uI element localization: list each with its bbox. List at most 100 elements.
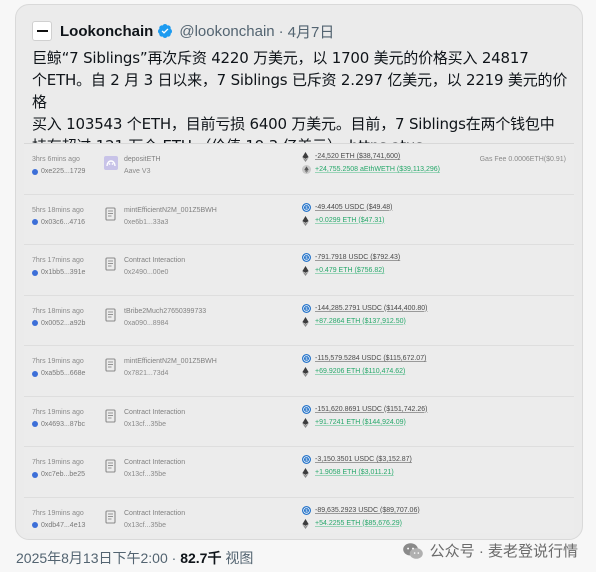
method-name: mintEfficientN2M_001Z5BWH — [124, 206, 217, 214]
transfer-line[interactable]: $ -151,620.8691 USDC ($151,742.26) — [302, 404, 427, 414]
method-address[interactable]: 0x7821...73d4 — [124, 370, 168, 377]
svg-text:$: $ — [305, 356, 308, 361]
transfer-line[interactable]: +87.2864 ETH ($137,912.50) — [302, 316, 406, 327]
tx-from-address[interactable]: 0xe225...1729 — [32, 168, 85, 175]
svg-text:$: $ — [305, 204, 308, 209]
transfer-line[interactable]: $ -115,579.5284 USDC ($115,672.07) — [302, 354, 426, 363]
method-address[interactable]: 0xa090...8984 — [124, 320, 168, 327]
method-address[interactable]: 0x13cf...35be — [124, 421, 166, 428]
tweet-card[interactable]: Lookonchain @lookonchain · 4月7日 巨鲸“7 Sib… — [15, 4, 583, 540]
transfer-amount[interactable]: -115,579.5284 USDC ($115,672.07) — [315, 355, 426, 362]
tx-from-address[interactable]: 0x4693...87bc — [32, 421, 85, 428]
transfer-line[interactable]: +91.7241 ETH ($144,924.09) — [302, 417, 406, 428]
transaction-row[interactable]: 5hrs 18mins ago 0x03c6...4716 mintEfficien… — [24, 195, 574, 245]
transfer-line[interactable]: +54.2255 ETH ($85,676.29) — [302, 518, 402, 529]
transfer-line[interactable]: +24,755.2508 aEthWETH ($39,113,296) — [302, 165, 440, 174]
separator: · — [278, 22, 284, 40]
transfer-line[interactable]: $ -89,635.2923 USDC ($89,707.06) — [302, 505, 420, 515]
eth-icon — [302, 215, 311, 226]
transfer-line[interactable]: $ -791.7918 USDC ($792.43) — [302, 253, 400, 262]
contract-icon — [104, 206, 118, 221]
svg-text:$: $ — [305, 457, 308, 462]
transfer-line[interactable]: -24,520 ETH ($38,741,600) — [302, 152, 400, 162]
method-name: tBribe2Much27650399733 — [124, 307, 207, 315]
transfer-amount[interactable]: +91.7241 ETH ($144,924.09) — [315, 419, 406, 426]
tx-address-text[interactable]: 0xdb47...4e13 — [41, 522, 85, 529]
method-address[interactable]: 0x2490...00e0 — [124, 269, 168, 276]
transfer-amount[interactable]: -49.4405 USDC ($49.48) — [315, 204, 392, 211]
transfer-amount[interactable]: -24,520 ETH ($38,741,600) — [315, 153, 400, 160]
transaction-row[interactable]: 7hrs 19mins ago 0xc7eb...be25 Contract Int… — [24, 447, 574, 498]
method-address[interactable]: 0x13cf...35be — [124, 522, 166, 529]
transfer-amount[interactable]: +87.2864 ETH ($137,912.50) — [315, 318, 406, 325]
tx-address-text[interactable]: 0x1bb5...391e — [41, 269, 85, 276]
transfer-line[interactable]: $ -49.4405 USDC ($49.48) — [302, 202, 392, 212]
gas-fee: Gas Fee 0.0006ETH($0.91) — [479, 156, 566, 163]
transaction-row[interactable]: 7hrs 19mins ago 0xdb47...4e13 Contract Int… — [24, 498, 574, 534]
address-dot-icon — [32, 370, 38, 377]
tx-address-text[interactable]: 0x4693...87bc — [41, 421, 85, 428]
tweet-line: 巨鲸“7 Siblings”再次斥资 4220 万美元，以 1700 美元的价格… — [32, 49, 529, 67]
transfer-amount[interactable]: -791.7918 USDC ($792.43) — [315, 254, 400, 261]
usdc-icon: $ — [302, 404, 311, 414]
transfer-amount[interactable]: +54.2255 ETH ($85,676.29) — [315, 520, 402, 527]
svg-text:$: $ — [305, 305, 308, 310]
contract-icon — [104, 509, 118, 524]
transfer-line[interactable]: +69.9206 ETH ($110,474.62) — [302, 367, 405, 377]
transfer-amount[interactable]: -89,635.2923 USDC ($89,707.06) — [315, 507, 420, 514]
svg-text:$: $ — [305, 255, 308, 260]
transfer-amount[interactable]: -3,150.3501 USDC ($3,152.87) — [315, 456, 412, 463]
tx-from-address[interactable]: 0x03c6...4716 — [32, 219, 85, 226]
transfer-line[interactable]: +1.9058 ETH ($3,011.21) — [302, 468, 394, 478]
transaction-row[interactable]: 3hrs 6mins ago 0xe225...1729 depositETH Aav… — [24, 144, 574, 195]
transfer-line[interactable]: +0.479 ETH ($756.82) — [302, 266, 384, 276]
transfer-amount[interactable]: -151,620.8691 USDC ($151,742.26) — [315, 406, 427, 413]
method-name: Contract Interaction — [124, 459, 186, 466]
transfer-amount[interactable]: +1.9058 ETH ($3,011.21) — [315, 469, 394, 476]
avatar[interactable] — [32, 21, 52, 41]
svg-text:$: $ — [305, 406, 308, 411]
usdc-icon: $ — [302, 354, 311, 363]
transfer-amount[interactable]: +69.9206 ETH ($110,474.62) — [315, 368, 405, 375]
tx-address-text[interactable]: 0xe225...1729 — [41, 168, 85, 175]
author-handle[interactable]: @lookonchain — [179, 23, 274, 40]
transfer-line[interactable]: +0.0299 ETH ($47.31) — [302, 215, 384, 226]
tx-from-address[interactable]: 0x0052...a92b — [32, 320, 85, 327]
method-address[interactable]: 0xe6b1...33a3 — [124, 219, 168, 226]
transfer-line[interactable]: $ -3,150.3501 USDC ($3,152.87) — [302, 455, 412, 464]
tx-from-address[interactable]: 0xc7eb...be25 — [32, 471, 85, 478]
tx-time: 7hrs 17mins ago — [32, 257, 84, 264]
address-dot-icon — [32, 269, 38, 276]
eth-icon — [302, 417, 311, 428]
transfer-amount[interactable]: +0.479 ETH ($756.82) — [315, 267, 384, 274]
tx-address-text[interactable]: 0x03c6...4716 — [41, 219, 85, 226]
views-label: 视图 — [221, 550, 254, 566]
transfer-amount[interactable]: +24,755.2508 aEthWETH ($39,113,296) — [315, 166, 440, 173]
contract-icon — [104, 358, 118, 372]
tx-time: 5hrs 18mins ago — [32, 206, 84, 214]
transaction-row[interactable]: 7hrs 18mins ago 0x0052...a92b tBribe2Much2… — [24, 296, 574, 346]
post-datetime[interactable]: 2025年8月13日下午2:00 · — [16, 550, 180, 566]
transaction-row[interactable]: 7hrs 19mins ago 0xa5b5...668e mintEfficien… — [24, 346, 574, 397]
transactions-screenshot[interactable]: 3hrs 6mins ago 0xe225...1729 depositETH Aav… — [24, 143, 574, 533]
eth-icon — [302, 152, 311, 162]
tx-from-address[interactable]: 0xa5b5...668e — [32, 370, 85, 377]
tweet-line: 个ETH。自 2 月 3 日以来，7 Siblings 已斥资 2.297 亿美… — [32, 71, 568, 111]
eth-icon — [302, 518, 311, 529]
tweet-date[interactable]: 4月7日 — [288, 21, 335, 42]
tx-address-text[interactable]: 0xc7eb...be25 — [41, 471, 85, 478]
tx-address-text[interactable]: 0x0052...a92b — [41, 320, 85, 327]
transfer-amount[interactable]: +0.0299 ETH ($47.31) — [315, 217, 384, 224]
tx-address-text[interactable]: 0xa5b5...668e — [41, 370, 85, 377]
transaction-row[interactable]: 7hrs 19mins ago 0x4693...87bc Contract Int… — [24, 397, 574, 447]
transfer-line[interactable]: $ -144,285.2791 USDC ($144,400.80) — [302, 303, 427, 313]
usdc-icon: $ — [302, 455, 311, 464]
method-address[interactable]: 0x13cf...35be — [124, 471, 166, 478]
method-address[interactable]: Aave V3 — [124, 168, 150, 175]
transfer-amount[interactable]: -144,285.2791 USDC ($144,400.80) — [315, 305, 427, 312]
tx-from-address[interactable]: 0x1bb5...391e — [32, 269, 85, 276]
author-name[interactable]: Lookonchain — [60, 23, 153, 40]
tx-from-address[interactable]: 0xdb47...4e13 — [32, 522, 85, 529]
transaction-row[interactable]: 7hrs 17mins ago 0x1bb5...391e Contract Int… — [24, 245, 574, 296]
address-dot-icon — [32, 219, 38, 225]
